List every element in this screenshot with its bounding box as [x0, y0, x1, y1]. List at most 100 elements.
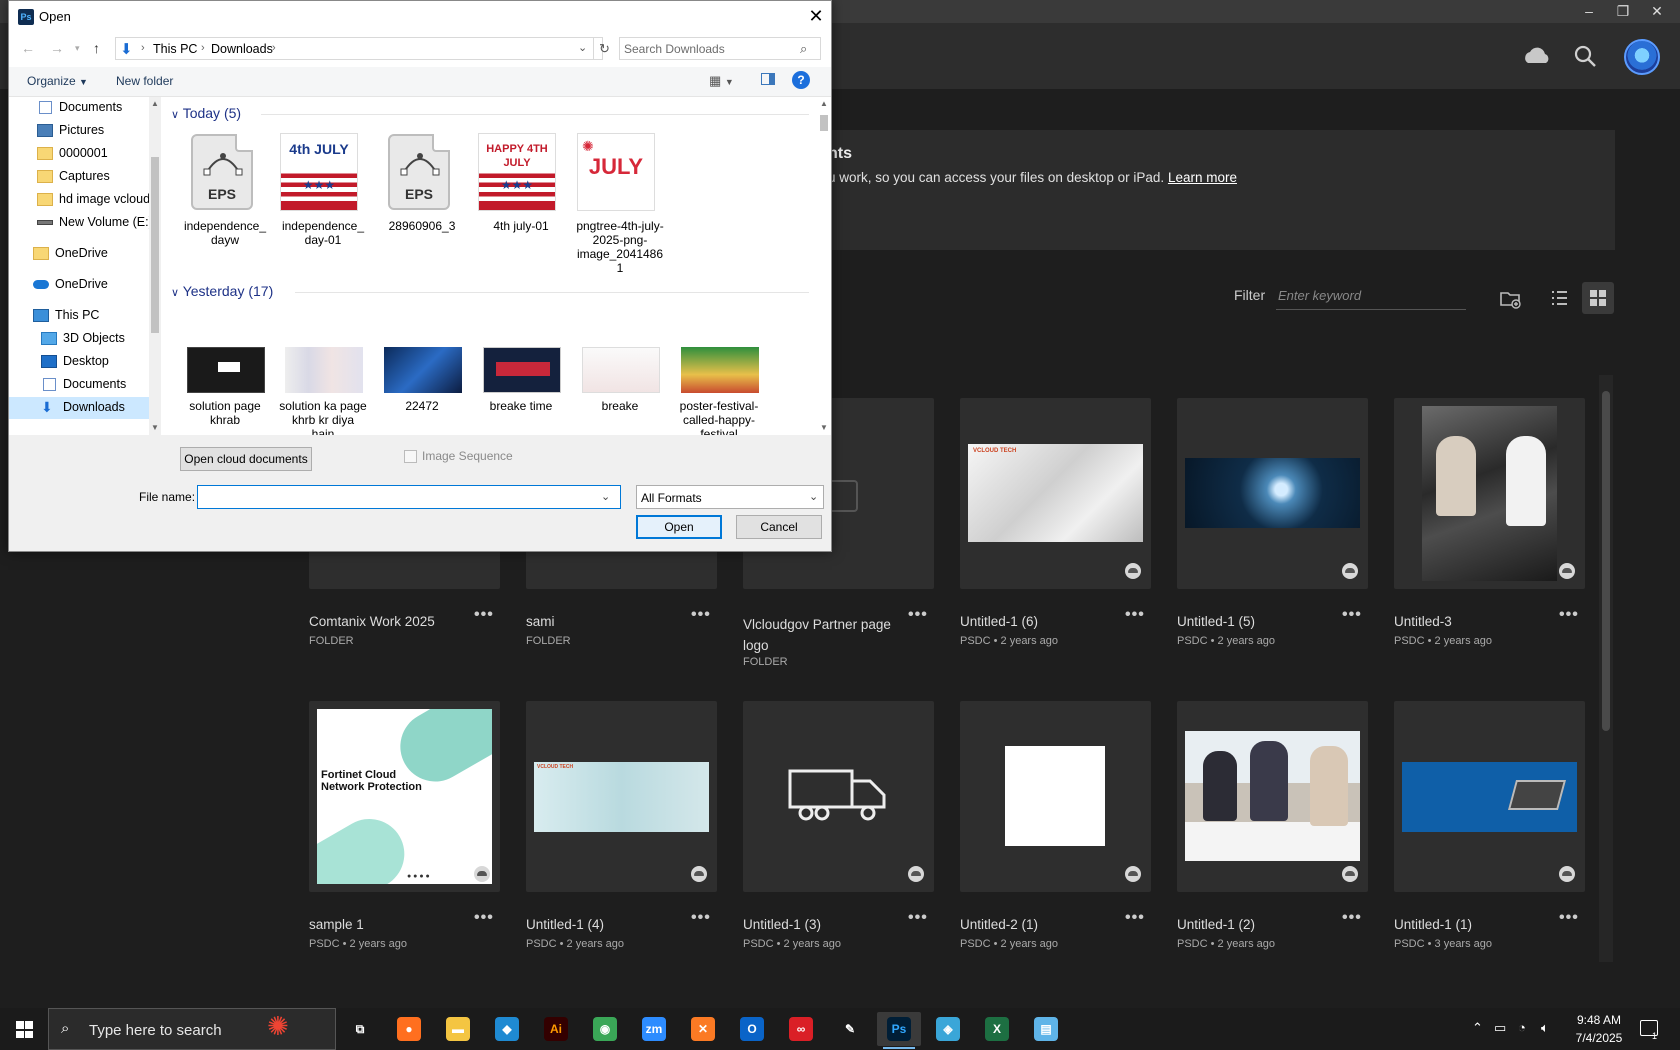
- breadcrumb-this-pc[interactable]: This PC: [153, 42, 197, 56]
- grid-view-icon[interactable]: [1582, 282, 1614, 314]
- taskbar-app-excel[interactable]: X: [975, 1012, 1019, 1046]
- nav-item-documents[interactable]: Documents: [41, 374, 161, 396]
- card-title[interactable]: sami: [526, 614, 555, 629]
- card-title[interactable]: Untitled-1 (6): [960, 614, 1038, 629]
- nav-item-drive[interactable]: New Volume (E:): [37, 212, 149, 234]
- format-select[interactable]: All Formats ⌄: [636, 485, 824, 509]
- more-options-icon[interactable]: •••: [691, 606, 711, 624]
- more-options-icon[interactable]: •••: [1125, 606, 1145, 624]
- card-title[interactable]: Untitled-1 (2): [1177, 917, 1255, 932]
- list-view-icon[interactable]: [1543, 282, 1575, 314]
- card-title[interactable]: Untitled-1 (3): [743, 917, 821, 932]
- card-title[interactable]: Untitled-1 (4): [526, 917, 604, 932]
- more-options-icon[interactable]: •••: [908, 909, 928, 927]
- card-title[interactable]: Untitled-3: [1394, 614, 1452, 629]
- avatar[interactable]: [1624, 39, 1660, 75]
- taskbar-app-app-blue[interactable]: ◈: [926, 1012, 970, 1046]
- card-file[interactable]: [1177, 398, 1368, 589]
- card-title[interactable]: Untitled-1 (5): [1177, 614, 1255, 629]
- more-options-icon[interactable]: •••: [1342, 606, 1362, 624]
- scrollbar-thumb[interactable]: [820, 115, 828, 131]
- file-name-input[interactable]: [201, 488, 591, 506]
- new-folder-button[interactable]: New folder: [116, 74, 173, 88]
- nav-item-folder[interactable]: hd image vcloud: [37, 189, 149, 211]
- cloud-icon[interactable]: [1522, 41, 1552, 71]
- search-box[interactable]: ⌕: [619, 37, 821, 60]
- more-options-icon[interactable]: •••: [908, 606, 928, 624]
- nav-item-onedrive[interactable]: OneDrive: [33, 274, 161, 296]
- card-file[interactable]: [1394, 701, 1585, 892]
- preview-pane-icon[interactable]: [761, 73, 775, 85]
- nav-item-desktop[interactable]: Desktop: [41, 351, 161, 373]
- address-bar[interactable]: ⬇ › This PC › Downloads › ⌄ ↻: [115, 37, 610, 60]
- file-item[interactable]: 22472: [378, 347, 466, 435]
- more-options-icon[interactable]: •••: [1559, 606, 1579, 624]
- refresh-icon[interactable]: ↻: [593, 38, 615, 59]
- taskbar-app-file-explorer[interactable]: ▬: [436, 1012, 480, 1046]
- nav-scrollbar[interactable]: ▲ ▼: [149, 97, 161, 435]
- up-icon[interactable]: ↑: [93, 40, 100, 56]
- card-file[interactable]: VCLOUD TECH: [526, 701, 717, 892]
- file-item[interactable]: breake: [576, 347, 664, 435]
- file-item[interactable]: JULY ✺ pngtree-4th-july-2025-png-image_2…: [576, 133, 664, 283]
- taskbar-app-task-view[interactable]: ⧉: [338, 1012, 382, 1046]
- scrollbar[interactable]: [1599, 375, 1613, 962]
- recent-locations-icon[interactable]: ▾: [75, 43, 80, 54]
- card-file[interactable]: [1394, 398, 1585, 589]
- file-item[interactable]: EPS independence_dayw: [181, 133, 269, 283]
- new-folder-icon[interactable]: [1494, 282, 1526, 314]
- group-header[interactable]: ∨ Today (5): [171, 105, 241, 121]
- organize-button[interactable]: Organize ▼: [27, 74, 88, 88]
- chevron-down-icon[interactable]: ⌄: [578, 41, 587, 54]
- back-icon[interactable]: ←: [21, 40, 35, 56]
- taskbar-app-notepad[interactable]: ▤: [1024, 1012, 1068, 1046]
- cancel-button[interactable]: Cancel: [736, 515, 822, 539]
- close-icon[interactable]: ✕: [805, 5, 827, 27]
- card-title[interactable]: Untitled-2 (1): [960, 917, 1038, 932]
- card-title[interactable]: Vlcloudgov Partner page logo: [743, 614, 893, 656]
- learn-more-link[interactable]: Learn more: [1168, 170, 1237, 185]
- taskbar-app-outlook[interactable]: O: [730, 1012, 774, 1046]
- search-input[interactable]: [624, 40, 794, 57]
- more-options-icon[interactable]: •••: [1342, 909, 1362, 927]
- close-app-icon[interactable]: ✕: [1640, 0, 1674, 23]
- search-icon[interactable]: ⌕: [800, 41, 807, 57]
- wifi-icon[interactable]: ◔: [1518, 1020, 1526, 1035]
- file-item[interactable]: poster-festival-called-happy-festival: [675, 347, 763, 435]
- start-button[interactable]: [0, 1008, 48, 1050]
- nav-item-folder[interactable]: Captures: [37, 166, 161, 188]
- file-item[interactable]: HAPPY 4TH JULY ★★★ 4th july-01: [477, 133, 565, 283]
- taskbar-app-pen-tool[interactable]: ✎: [828, 1012, 872, 1046]
- taskbar-app-photoshop[interactable]: Ps: [877, 1012, 921, 1049]
- open-button[interactable]: Open: [636, 515, 722, 539]
- chevron-down-icon[interactable]: ⌄: [809, 490, 818, 503]
- file-item[interactable]: 4th JULY ★★★ independence_day-01: [279, 133, 367, 283]
- card-title[interactable]: Untitled-1 (1): [1394, 917, 1472, 932]
- nav-item-pictures[interactable]: Pictures 📌: [37, 120, 161, 142]
- clock-date[interactable]: 7/4/2025: [1570, 1031, 1628, 1045]
- file-item[interactable]: solution ka page khrb kr diya hain: [279, 347, 367, 435]
- more-options-icon[interactable]: •••: [691, 909, 711, 927]
- help-icon[interactable]: ?: [792, 71, 810, 89]
- view-options-icon[interactable]: ▦ ▼: [709, 73, 734, 89]
- scroll-down-icon[interactable]: ▼: [820, 423, 828, 432]
- scroll-down-icon[interactable]: ▼: [151, 423, 159, 432]
- more-options-icon[interactable]: •••: [474, 606, 494, 624]
- restore-icon[interactable]: ❐: [1606, 0, 1640, 23]
- card-file[interactable]: [960, 701, 1151, 892]
- scroll-up-icon[interactable]: ▲: [820, 99, 828, 108]
- nav-item-3d-objects[interactable]: 3D Objects: [41, 328, 161, 350]
- filter-input[interactable]: [1276, 282, 1466, 310]
- scroll-up-icon[interactable]: ▲: [151, 99, 159, 108]
- file-item[interactable]: breake time: [477, 347, 565, 435]
- card-file[interactable]: [743, 701, 934, 892]
- checkbox[interactable]: [404, 450, 417, 463]
- taskbar-app-zoom[interactable]: zm: [632, 1012, 676, 1046]
- taskbar-app-chrome[interactable]: ◉: [583, 1012, 627, 1046]
- file-item[interactable]: EPS 28960906_3: [378, 133, 466, 283]
- card-file[interactable]: VCLOUD TECH: [960, 398, 1151, 589]
- taskbar-search[interactable]: ⌕ Type here to search ✺: [48, 1008, 336, 1050]
- breadcrumb-downloads[interactable]: Downloads: [211, 42, 273, 56]
- taskbar-app-firefox[interactable]: ●: [387, 1012, 431, 1046]
- taskbar-app-creative-cloud[interactable]: ∞: [779, 1012, 823, 1046]
